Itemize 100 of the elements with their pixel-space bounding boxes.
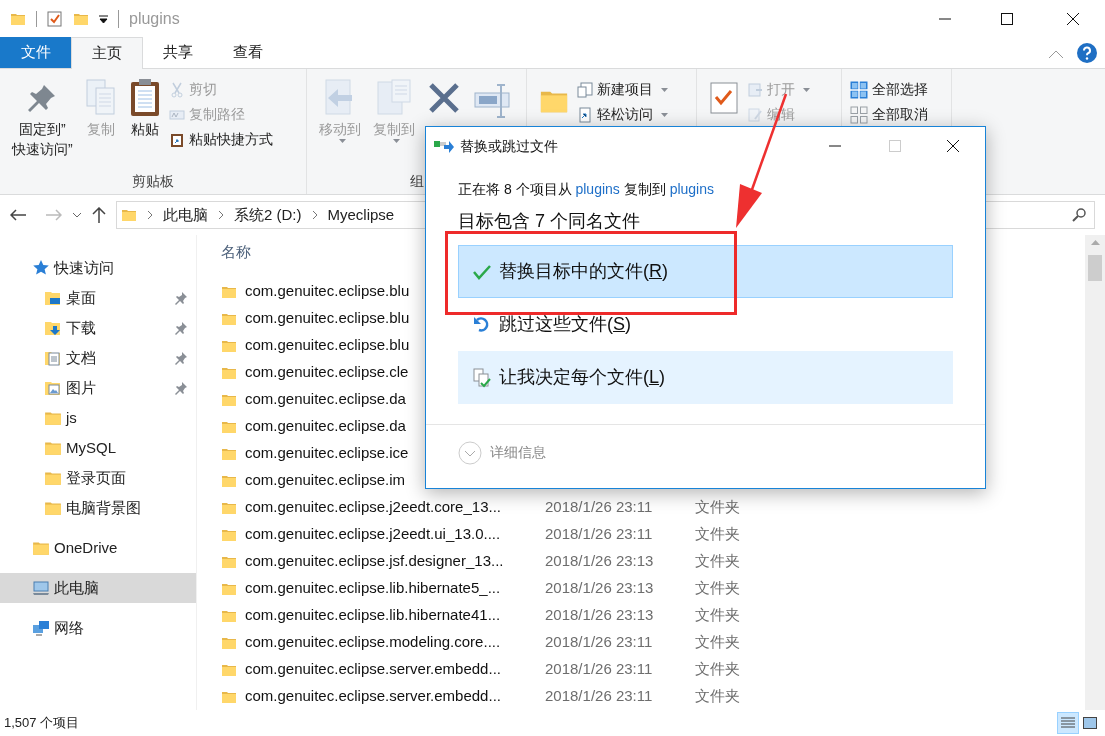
ribbon-tab[interactable]: 共享 xyxy=(143,37,213,68)
chevron-icon xyxy=(458,440,482,465)
ribbon-button[interactable]: 全部取消 xyxy=(850,102,928,127)
scroll-thumb[interactable] xyxy=(1088,255,1102,281)
scrollbar[interactable] xyxy=(1085,235,1105,710)
nav-item[interactable]: 桌面 xyxy=(0,283,196,313)
dialog-title: 替换或跳过文件 xyxy=(460,136,559,156)
folder-icon xyxy=(44,439,62,457)
scroll-up-icon[interactable] xyxy=(1090,239,1100,245)
file-name[interactable]: com.genuitec.eclipse.lib.hibernate5_... xyxy=(245,577,545,600)
ribbon-tab[interactable]: 主页 xyxy=(71,37,143,69)
column-header[interactable]: 名称 xyxy=(221,241,251,264)
nav-item[interactable]: OneDrive xyxy=(0,533,196,563)
file-type: 文件夹 xyxy=(695,686,740,707)
file-name[interactable]: com.genuitec.eclipse.server.embedd... xyxy=(245,685,545,708)
nav-item[interactable]: 下载 xyxy=(0,313,196,343)
nav-item[interactable]: 登录页面 xyxy=(0,463,196,493)
easy-access-icon xyxy=(577,106,593,123)
copy-icon xyxy=(84,78,117,118)
breadcrumb[interactable]: 此电脑 xyxy=(163,203,208,227)
desktop-folder-icon xyxy=(44,289,62,307)
download-folder-icon xyxy=(44,319,62,337)
breadcrumb[interactable]: Myeclipse xyxy=(327,203,395,227)
recent-locations-icon[interactable] xyxy=(72,212,82,218)
ribbon-button[interactable]: 粘贴 xyxy=(124,73,165,165)
close-icon[interactable] xyxy=(1067,13,1079,25)
file-name[interactable]: com.genuitec.eclipse.jsf.designer_13... xyxy=(245,550,545,573)
nav-item[interactable]: 电脑背景图 xyxy=(0,493,196,523)
chevron-icon xyxy=(311,210,318,220)
file-name[interactable]: com.genuitec.eclipse.modeling.core.... xyxy=(245,631,545,654)
chevron-icon xyxy=(218,210,224,220)
list-icon xyxy=(1061,717,1075,729)
ribbon-button[interactable]: 新建项目 xyxy=(577,77,668,102)
ribbon-tab[interactable]: 文件 xyxy=(0,37,71,68)
nav-label: 下载 xyxy=(66,317,97,338)
nav-label: 电脑背景图 xyxy=(66,497,142,518)
check-icon xyxy=(473,263,491,280)
properties-icon[interactable] xyxy=(47,11,63,27)
scissors-icon xyxy=(168,81,185,98)
delete-icon xyxy=(427,81,461,115)
nav-item[interactable]: 图片 xyxy=(0,373,196,403)
nav-label: js xyxy=(66,407,78,428)
file-type: 文件夹 xyxy=(695,659,740,680)
file-name[interactable]: com.genuitec.eclipse.j2eedt.ui_13.0.... xyxy=(245,523,545,546)
picture-folder-icon xyxy=(44,379,62,397)
item-count: 1,507 个项目 xyxy=(4,714,81,733)
nav-item[interactable]: 此电脑 xyxy=(0,573,196,603)
nav-item[interactable]: 网络 xyxy=(0,613,196,643)
file-name[interactable]: com.genuitec.eclipse.lib.hibernate41... xyxy=(245,604,545,627)
compare-files-icon xyxy=(473,367,491,388)
computer-icon xyxy=(32,579,50,597)
ribbon-button[interactable]: 全部选择 xyxy=(850,77,928,102)
modified-date: 2018/1/26 23:11 xyxy=(545,686,654,707)
select-all-icon xyxy=(850,80,868,99)
file-name[interactable]: com.genuitec.eclipse.j2eedt.core_13... xyxy=(245,496,545,519)
folder-icon xyxy=(32,539,50,557)
close-icon[interactable] xyxy=(947,140,959,152)
dialog-heading: 目标包含 7 个同名文件 xyxy=(458,210,641,233)
modified-date: 2018/1/26 23:11 xyxy=(545,524,654,545)
select-none-icon xyxy=(850,105,868,124)
folder-link[interactable]: plugins xyxy=(669,181,714,197)
file-type: 文件夹 xyxy=(695,524,740,545)
folder-link[interactable]: plugins xyxy=(575,181,620,197)
maximize-icon[interactable] xyxy=(1001,13,1013,25)
help-icon[interactable] xyxy=(1077,43,1097,63)
breadcrumb[interactable]: 系统2 (D:) xyxy=(234,203,302,227)
group-label: 剪贴板 xyxy=(132,172,174,191)
collapse-ribbon-icon[interactable] xyxy=(1049,50,1063,58)
ribbon-button[interactable]: 固定到” 快速访问” xyxy=(8,73,77,165)
dialog-option[interactable]: 替换目标中的文件(R) xyxy=(458,245,953,298)
dialog-option[interactable]: 让我决定每个文件(L) xyxy=(458,351,953,404)
nav-label: MySQL xyxy=(66,437,117,458)
caret-icon[interactable] xyxy=(99,15,108,23)
nav-item[interactable]: 文档 xyxy=(0,343,196,373)
nav-label: 文档 xyxy=(66,347,97,368)
nav-label: 网络 xyxy=(54,617,85,638)
modified-date: 2018/1/26 23:13 xyxy=(545,551,655,572)
file-type: 文件夹 xyxy=(695,578,740,599)
thumbnail-icon xyxy=(1083,717,1097,729)
nav-item[interactable]: MySQL xyxy=(0,433,196,463)
nav-item[interactable]: js xyxy=(0,403,196,433)
ribbon-button[interactable]: 粘贴快捷方式 xyxy=(168,127,273,152)
document-folder-icon xyxy=(44,349,62,367)
paste-shortcut-icon xyxy=(168,131,185,148)
file-type: 文件夹 xyxy=(695,551,740,572)
file-type: 文件夹 xyxy=(695,632,740,653)
back-icon[interactable] xyxy=(10,209,26,221)
ribbon-button[interactable]: 轻松访问 xyxy=(577,102,668,127)
up-icon[interactable] xyxy=(92,207,106,223)
clipboard-icon xyxy=(128,78,161,118)
nav-item[interactable]: 快速访问 xyxy=(0,253,196,283)
properties-icon xyxy=(709,81,739,117)
chevron-icon xyxy=(147,210,153,220)
ribbon-tab[interactable]: 查看 xyxy=(213,37,283,68)
maximize-icon xyxy=(889,140,901,152)
modified-date: 2018/1/26 23:11 xyxy=(545,497,654,518)
details-toggle[interactable]: 详细信息 xyxy=(458,440,546,465)
file-name[interactable]: com.genuitec.eclipse.server.embedd... xyxy=(245,658,545,681)
edit-icon xyxy=(747,106,763,123)
rename-icon xyxy=(473,81,513,121)
